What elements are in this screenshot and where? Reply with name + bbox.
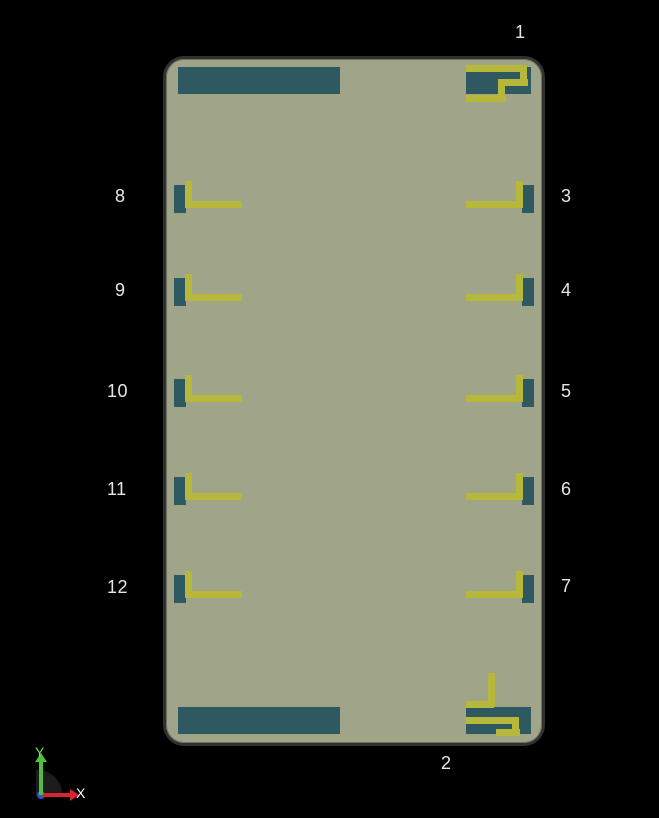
- port-label-5: 5: [561, 381, 572, 402]
- x-axis-label: X: [76, 785, 85, 801]
- port-5-trace: [466, 395, 523, 402]
- port-label-2: 2: [441, 753, 452, 774]
- y-axis-icon: [39, 762, 43, 795]
- port-2-trace: [466, 717, 518, 724]
- axis-gizmo[interactable]: X Y: [18, 740, 88, 805]
- port-label-4: 4: [561, 280, 572, 301]
- port-label-10: 10: [107, 381, 128, 402]
- port-label-11: 11: [107, 479, 127, 500]
- port-1-trace: [466, 65, 526, 72]
- port-6-pad: [522, 477, 534, 505]
- port-10-trace: [185, 395, 242, 402]
- port-4-pad: [522, 278, 534, 306]
- port-6-trace: [466, 493, 523, 500]
- port-label-7: 7: [561, 576, 572, 597]
- port-5-pad: [522, 379, 534, 407]
- ground-top-left: [178, 67, 340, 94]
- port-8-trace: [185, 201, 242, 208]
- port-2-trace: [496, 729, 520, 736]
- ground-bot-left: [178, 707, 340, 734]
- port-11-trace: [185, 493, 242, 500]
- port-9-trace: [185, 294, 242, 301]
- viewport[interactable]: 1 2 3 4 5 6 7 8 9 10 11 12 X Y: [0, 0, 659, 818]
- y-axis-label: Y: [35, 744, 44, 760]
- port-label-6: 6: [561, 479, 572, 500]
- port-3-pad: [522, 185, 534, 213]
- port-label-3: 3: [561, 186, 572, 207]
- x-axis-icon: [41, 793, 71, 797]
- port-4-trace: [466, 294, 523, 301]
- port-label-12: 12: [107, 577, 128, 598]
- port-2-trace: [466, 701, 494, 708]
- port-label-9: 9: [115, 280, 126, 301]
- port-1-trace: [466, 95, 506, 102]
- pcb-board: [166, 59, 542, 743]
- port-7-trace: [466, 591, 523, 598]
- port-3-trace: [466, 201, 523, 208]
- port-label-1: 1: [515, 22, 526, 43]
- port-label-8: 8: [115, 186, 126, 207]
- port-7-pad: [522, 575, 534, 603]
- port-12-trace: [185, 591, 242, 598]
